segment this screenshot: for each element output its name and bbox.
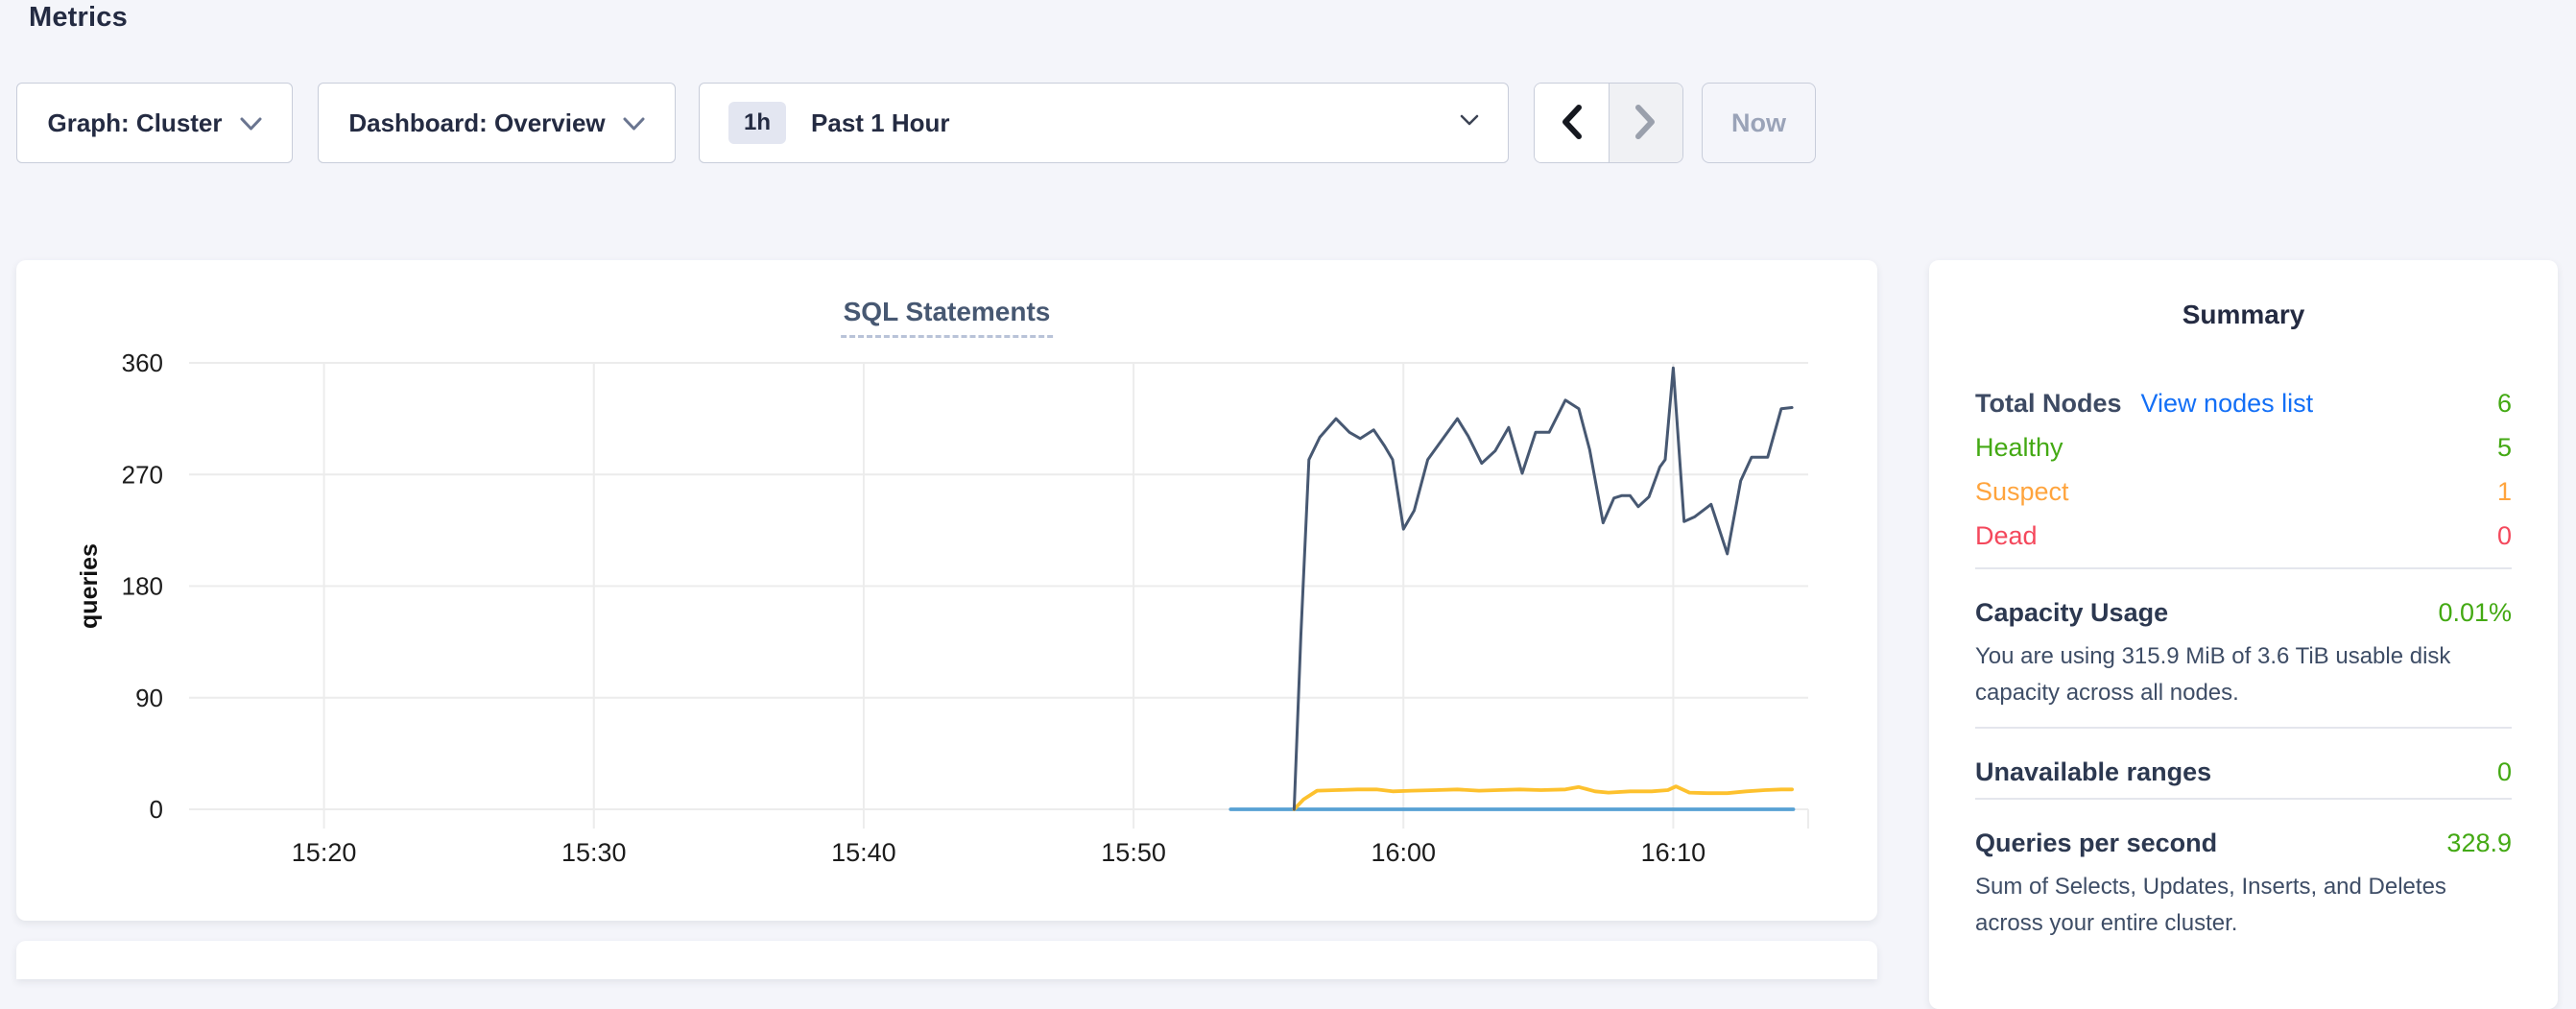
divider — [1975, 727, 2512, 729]
divider — [1975, 798, 2512, 800]
next-chart-card — [16, 941, 1877, 979]
queries-per-second-description: Sum of Selects, Updates, Inserts, and De… — [1975, 869, 2512, 942]
sql-statements-chart-card: SQL Statements 09018027036015:2015:3015:… — [16, 260, 1877, 921]
page-title: Metrics — [29, 2, 128, 34]
chevron-left-icon — [1559, 103, 1584, 144]
healthy-value: 5 — [2497, 433, 2512, 463]
queries-per-second-section: Queries per second 328.9 Sum of Selects,… — [1975, 827, 2512, 942]
svg-text:queries: queries — [76, 543, 103, 629]
chevron-down-icon — [1460, 114, 1479, 132]
chevron-right-icon — [1634, 103, 1658, 144]
queries-per-second-label: Queries per second — [1975, 827, 2217, 859]
time-prev-button[interactable] — [1535, 84, 1610, 162]
time-range-badge: 1h — [728, 102, 786, 144]
dead-value: 0 — [2497, 521, 2512, 551]
graph-dropdown[interactable]: Graph: Cluster — [16, 83, 293, 163]
navy-line — [1294, 368, 1792, 809]
svg-text:16:00: 16:00 — [1371, 838, 1436, 867]
svg-text:15:40: 15:40 — [831, 838, 896, 867]
capacity-usage-description: You are using 315.9 MiB of 3.6 TiB usabl… — [1975, 638, 2512, 711]
now-button[interactable]: Now — [1702, 83, 1816, 163]
dead-label: Dead — [1975, 521, 2038, 551]
suspect-nodes-row: Suspect 1 — [1975, 469, 2512, 514]
graph-dropdown-label: Graph: Cluster — [47, 108, 222, 138]
unavailable-ranges-value: 0 — [2497, 756, 2512, 788]
capacity-usage-value: 0.01% — [2438, 596, 2512, 629]
suspect-value: 1 — [2497, 477, 2512, 507]
summary-title: Summary — [1975, 299, 2512, 331]
chevron-down-icon — [623, 108, 645, 138]
dashboard-dropdown[interactable]: Dashboard: Overview — [318, 83, 676, 163]
svg-text:15:20: 15:20 — [292, 838, 357, 867]
sql-statements-chart[interactable]: 0 90 180 270 360 15:20 15:30 15:40 15:50 16:00 16:… — [16, 260, 1877, 921]
unavailable-ranges-section: Unavailable ranges 0 — [1975, 756, 2512, 788]
capacity-usage-label: Capacity Usage — [1975, 596, 2168, 629]
svg-text:180: 180 — [122, 572, 163, 601]
divider — [1975, 567, 2512, 569]
healthy-label: Healthy — [1975, 433, 2063, 463]
yellow-line — [1294, 786, 1792, 809]
dead-nodes-row: Dead 0 — [1975, 514, 2512, 558]
time-range-label: Past 1 Hour — [811, 108, 950, 138]
chevron-down-icon — [240, 108, 262, 138]
dashboard-dropdown-label: Dashboard: Overview — [348, 108, 605, 138]
svg-text:90: 90 — [135, 684, 163, 712]
capacity-usage-section: Capacity Usage 0.01% You are using 315.9… — [1975, 596, 2512, 711]
svg-text:360: 360 — [122, 348, 163, 377]
svg-text:15:30: 15:30 — [561, 838, 627, 867]
time-range-selector[interactable]: 1h Past 1 Hour — [699, 83, 1509, 163]
total-nodes-row: Total Nodes View nodes list 6 — [1975, 381, 2512, 425]
unavailable-ranges-label: Unavailable ranges — [1975, 756, 2211, 788]
node-status-rows: Total Nodes View nodes list 6 Healthy 5 … — [1975, 381, 2512, 558]
svg-text:270: 270 — [122, 460, 163, 489]
view-nodes-list-link[interactable]: View nodes list — [2141, 389, 2314, 419]
total-nodes-label: Total Nodes — [1975, 389, 2122, 419]
total-nodes-value: 6 — [2497, 389, 2512, 419]
svg-text:15:50: 15:50 — [1101, 838, 1166, 867]
suspect-label: Suspect — [1975, 477, 2069, 507]
svg-text:0: 0 — [150, 795, 163, 824]
svg-text:16:10: 16:10 — [1641, 838, 1706, 867]
time-next-button[interactable] — [1610, 84, 1683, 162]
time-step-button-group — [1534, 83, 1683, 163]
summary-panel: Summary Total Nodes View nodes list 6 He… — [1929, 260, 2558, 1009]
toolbar: Graph: Cluster Dashboard: Overview 1h Pa… — [16, 83, 1816, 163]
queries-per-second-value: 328.9 — [2446, 827, 2512, 859]
healthy-nodes-row: Healthy 5 — [1975, 425, 2512, 469]
